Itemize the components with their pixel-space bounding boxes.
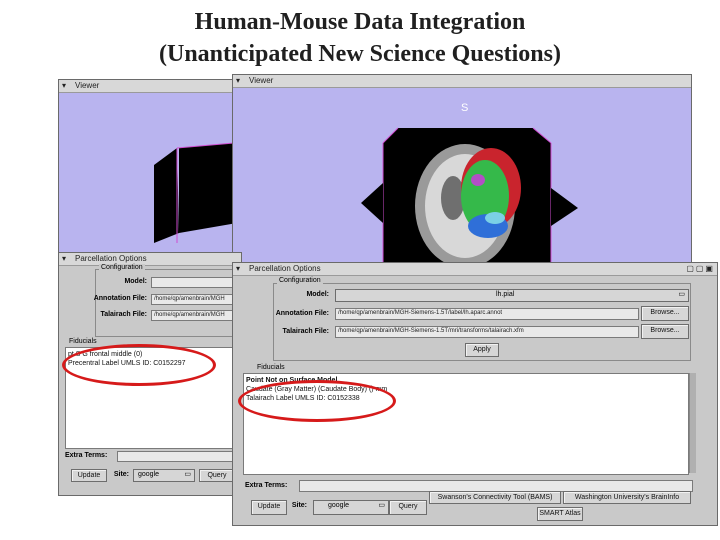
back-annotation-label: Annotation File:	[93, 295, 147, 302]
front-site-select[interactable]: google ▭	[313, 500, 389, 515]
window-control-buttons[interactable]: ▢▢▣	[686, 263, 715, 275]
front-apply-button[interactable]: Apply	[465, 343, 499, 357]
back-update-button[interactable]: Update	[71, 469, 107, 482]
front-highlight-ellipse	[238, 380, 396, 422]
back-viewer-title: Viewer	[75, 81, 100, 90]
back-site-label: Site:	[113, 471, 129, 478]
smart-atlas-button[interactable]: SMART Atlas	[537, 507, 583, 521]
front-talairach-label: Talairach File:	[282, 328, 329, 335]
brain-slice-shape	[179, 143, 237, 233]
window-menu-icon[interactable]: ▾	[62, 80, 66, 92]
back-results-label: Fiducials	[67, 338, 99, 345]
back-site-value: google	[138, 471, 160, 478]
front-parcellation-title: Parcellation Options	[249, 264, 321, 273]
back-parcellation-title: Parcellation Options	[75, 254, 147, 263]
back-talairach-field[interactable]: /home/qp/amenbrain/MGH	[151, 310, 241, 321]
front-viewer-window: ▾ Viewer S L	[232, 74, 692, 272]
front-annotation-field[interactable]: /home/qp/amenbrain/MGH-Siemens-1.5T/labe…	[335, 308, 639, 320]
back-talairach-label: Talairach File:	[100, 311, 147, 318]
window-menu-icon[interactable]: ▾	[236, 75, 240, 87]
front-query-button[interactable]: Query	[389, 500, 427, 515]
back-extra-terms-label: Extra Terms:	[65, 452, 108, 459]
dropdown-arrow-icon: ▭	[378, 502, 385, 509]
front-viewer-titlebar[interactable]: ▾ Viewer	[233, 75, 691, 88]
back-query-button[interactable]: Query	[199, 469, 235, 482]
front-viewer-canvas[interactable]: S L	[233, 88, 691, 271]
front-results-label: Fiducials	[255, 364, 287, 371]
window-menu-icon[interactable]: ▾	[236, 263, 240, 275]
front-config-label: Configuration	[277, 277, 323, 284]
front-update-button[interactable]: Update	[251, 500, 287, 515]
front-parcellation-titlebar[interactable]: ▾ Parcellation Options ▢▢▣	[233, 263, 717, 276]
back-viewer-titlebar[interactable]: ▾ Viewer	[59, 80, 239, 93]
back-annotation-field[interactable]: /home/qp/amenbrain/MGH	[151, 294, 241, 305]
back-highlight-ellipse	[62, 344, 216, 386]
front-talairach-field[interactable]: /home/qp/amenbrain/MGH-Siemens-1.5T/mri/…	[335, 326, 639, 338]
front-talairach-browse-button[interactable]: Browse...	[641, 324, 689, 339]
back-model-label: Model:	[124, 278, 147, 285]
braininfo-button[interactable]: Washington University's BrainInfo	[563, 491, 691, 504]
brain-slice-shape	[154, 148, 179, 243]
front-annotation-browse-button[interactable]: Browse...	[641, 306, 689, 321]
front-results-scrollbar[interactable]	[689, 373, 696, 473]
bams-tool-button[interactable]: Swanson's Connectivity Tool (BAMS)	[429, 491, 561, 504]
front-annotation-label: Annotation File:	[275, 310, 329, 317]
front-model-value: lh.pial	[496, 291, 515, 298]
brain-render	[361, 127, 578, 271]
dropdown-arrow-icon: ▭	[678, 291, 685, 298]
front-extra-terms-label: Extra Terms:	[245, 482, 288, 489]
cortical-surface-purple	[471, 174, 485, 186]
back-extra-terms-input[interactable]	[117, 451, 239, 462]
cortical-surface-cyan	[485, 212, 505, 224]
front-site-value: google	[328, 502, 350, 509]
front-model-select[interactable]: lh.pial ▭	[335, 289, 689, 302]
window-menu-icon[interactable]: ▾	[62, 253, 66, 265]
slide-title-line2: (Unanticipated New Science Questions)	[159, 41, 561, 67]
slide-title-line1: Human-Mouse Data Integration	[194, 9, 526, 35]
dropdown-arrow-icon: ▭	[184, 471, 191, 478]
back-parcellation-titlebar[interactable]: ▾ Parcellation Options	[59, 253, 241, 266]
brain-slice-shape	[551, 188, 578, 226]
back-viewer-window: ▾ Viewer	[58, 79, 240, 263]
back-viewer-render	[154, 142, 237, 243]
back-viewer-canvas[interactable]	[59, 93, 239, 262]
brain-slice-shape	[361, 183, 383, 223]
front-model-label: Model:	[306, 291, 329, 298]
front-viewer-title: Viewer	[249, 76, 274, 85]
back-config-label: Configuration	[99, 264, 145, 271]
back-site-select[interactable]: google ▭	[133, 469, 195, 482]
front-site-label: Site:	[291, 502, 307, 509]
back-model-field[interactable]	[151, 277, 241, 288]
